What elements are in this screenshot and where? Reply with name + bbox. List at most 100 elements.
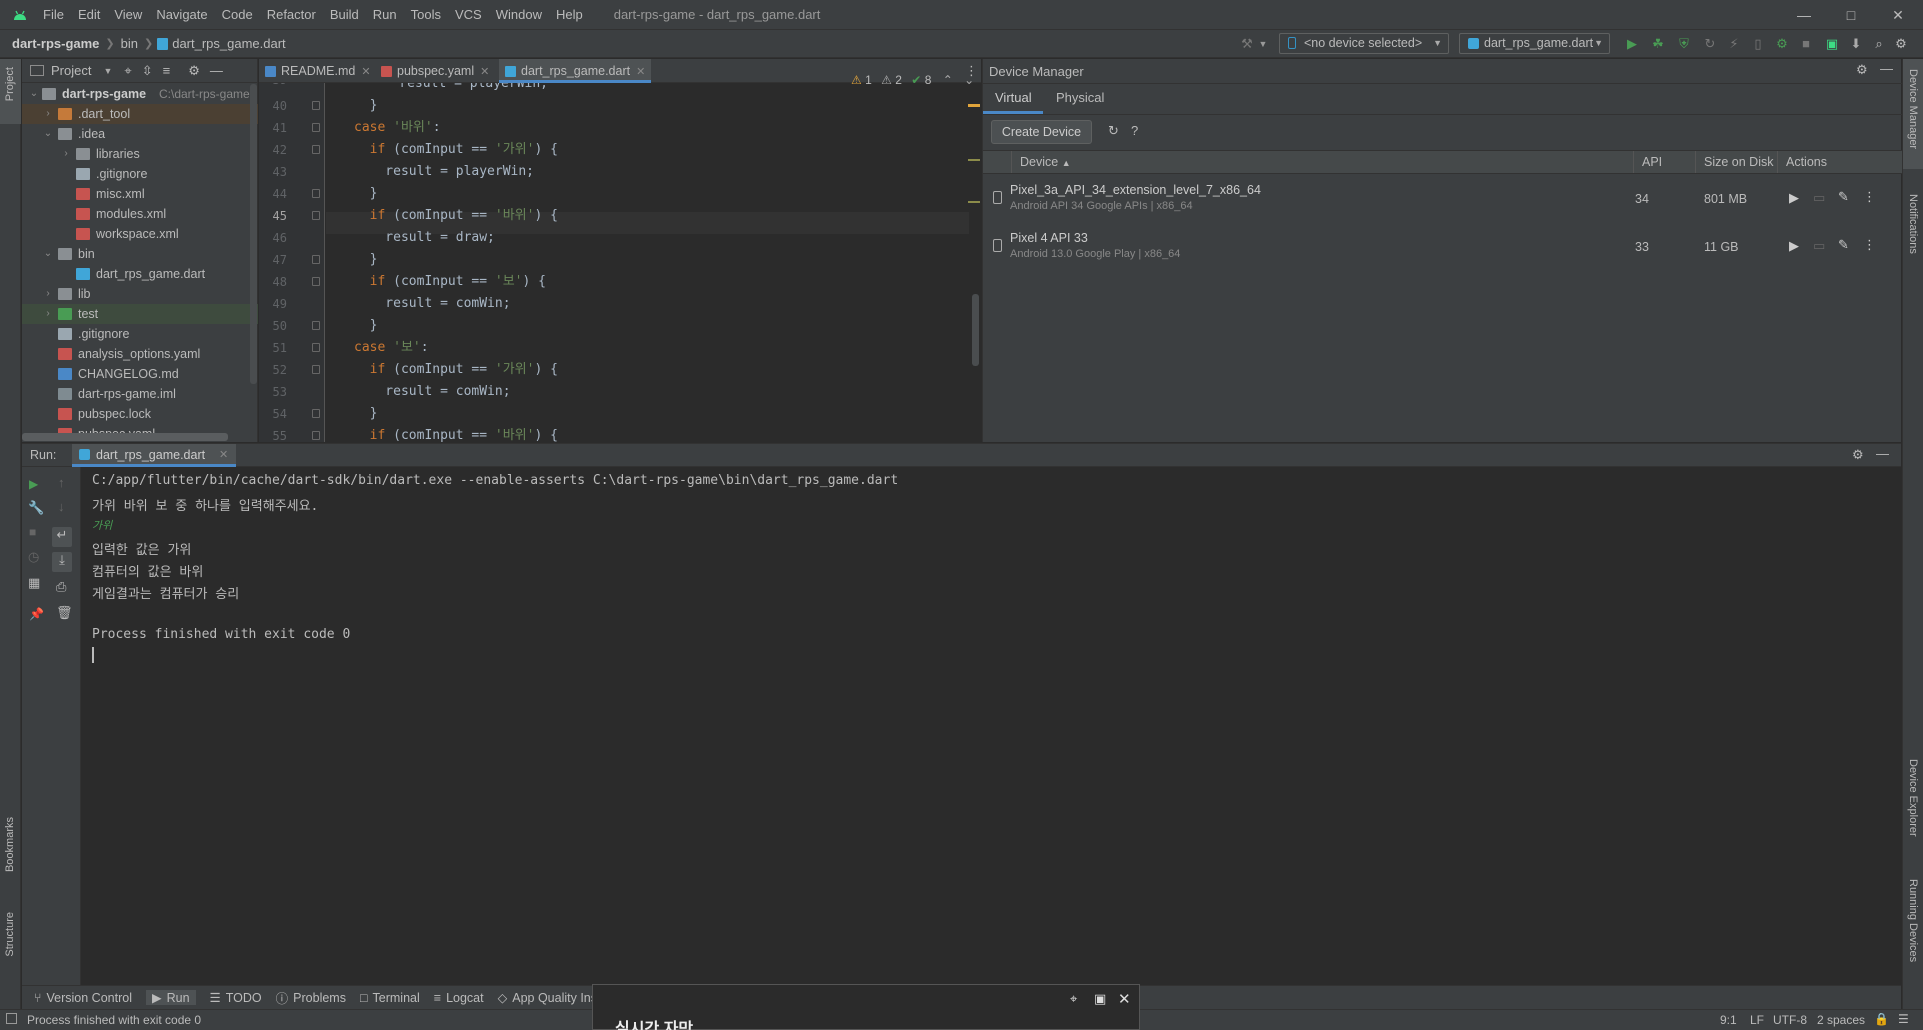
folder-icon[interactable]: ▭ bbox=[1813, 190, 1825, 206]
column-device[interactable]: Device ▲ bbox=[1020, 151, 1071, 173]
apply-changes-icon[interactable]: ⚡ bbox=[1724, 34, 1744, 54]
scroll-to-end-icon[interactable]: ⤓ bbox=[52, 552, 72, 572]
tree-item[interactable]: › lib bbox=[22, 284, 258, 304]
gear-icon[interactable]: ⚙ bbox=[1852, 447, 1864, 463]
tool-window-todo[interactable]: ☰ TODO bbox=[210, 990, 262, 1006]
stop-icon[interactable]: ■ bbox=[1796, 34, 1816, 54]
create-device-button[interactable]: Create Device bbox=[991, 120, 1092, 144]
tree-root[interactable]: ⌄ dart-rps-game C:\dart-rps-game bbox=[22, 84, 258, 104]
tool-window-problems[interactable]: ⓘ Problems bbox=[276, 988, 346, 1007]
tool-window-run[interactable]: ▶ Run bbox=[145, 990, 196, 1005]
previous-highlight-icon[interactable]: ⌃ bbox=[943, 73, 953, 87]
minimize-button[interactable]: — bbox=[1781, 0, 1827, 30]
tree-item[interactable]: pubspec.lock bbox=[22, 404, 258, 424]
tool-window-version-control[interactable]: ⑂ Version Control bbox=[34, 991, 132, 1005]
expand-all-icon[interactable]: ⇳ bbox=[142, 63, 153, 79]
hide-panel-icon[interactable]: — bbox=[1876, 446, 1889, 461]
search-icon[interactable]: ⌕ bbox=[1869, 34, 1889, 54]
chevron-right-icon[interactable]: › bbox=[42, 284, 54, 304]
hide-panel-icon[interactable]: — bbox=[210, 63, 223, 78]
vertical-scrollbar[interactable] bbox=[250, 84, 257, 384]
tab-virtual[interactable]: Virtual bbox=[995, 87, 1032, 109]
tree-item[interactable]: misc.xml bbox=[22, 184, 258, 204]
menu-vcs[interactable]: VCS bbox=[448, 0, 489, 30]
chevron-down-icon[interactable]: ⌄ bbox=[42, 244, 54, 264]
fold-marker-icon[interactable] bbox=[312, 123, 320, 132]
chevron-right-icon[interactable]: › bbox=[42, 104, 54, 124]
tree-item[interactable]: dart_rps_game.dart bbox=[22, 264, 258, 284]
column-size[interactable]: Size on Disk bbox=[1704, 151, 1773, 173]
chevron-down-icon[interactable]: ▼ bbox=[1253, 34, 1273, 54]
close-icon[interactable]: ✕ bbox=[636, 66, 645, 78]
next-highlight-icon[interactable]: ⌄ bbox=[964, 73, 974, 87]
trash-icon[interactable]: 🗑 bbox=[56, 605, 73, 621]
gear-icon[interactable]: ⚙ bbox=[1856, 62, 1868, 78]
device-row[interactable]: Pixel 4 API 33 Android 13.0 Google Play … bbox=[983, 225, 1902, 271]
breadcrumb-folder[interactable]: bin bbox=[115, 36, 144, 51]
fold-marker-icon[interactable] bbox=[312, 343, 320, 352]
chevron-right-icon[interactable]: › bbox=[42, 304, 54, 324]
apply-code-changes-icon[interactable]: ▯ bbox=[1748, 34, 1768, 54]
tool-window-terminal[interactable]: □ Terminal bbox=[360, 991, 420, 1005]
tree-item[interactable]: .gitignore bbox=[22, 164, 258, 184]
collapse-all-icon[interactable]: ≡ bbox=[163, 63, 171, 78]
menu-code[interactable]: Code bbox=[215, 0, 260, 30]
running-devices-tool-button[interactable]: Running Devices bbox=[1907, 879, 1919, 962]
project-tool-button[interactable]: Project bbox=[4, 67, 16, 101]
menu-file[interactable]: File bbox=[36, 0, 71, 30]
tree-item[interactable]: modules.xml bbox=[22, 204, 258, 224]
fold-marker-icon[interactable] bbox=[312, 365, 320, 374]
editor-scrollbar[interactable] bbox=[972, 294, 979, 366]
device-manager-toolbar-icon[interactable]: ▣ bbox=[1822, 34, 1842, 54]
refresh-icon[interactable]: ↻ bbox=[1108, 123, 1119, 139]
device-explorer-tool-button[interactable]: Device Explorer bbox=[1907, 759, 1919, 837]
close-icon[interactable]: ✕ bbox=[219, 448, 228, 461]
caret-position[interactable]: 9:1 bbox=[1720, 1013, 1737, 1027]
help-icon[interactable]: ? bbox=[1131, 123, 1138, 138]
tree-item[interactable]: ⌄ bin bbox=[22, 244, 258, 264]
edit-icon[interactable]: ✎ bbox=[1838, 189, 1849, 205]
close-window-button[interactable]: ✕ bbox=[1875, 0, 1921, 30]
line-separator[interactable]: LF bbox=[1750, 1013, 1764, 1027]
menu-view[interactable]: View bbox=[107, 0, 149, 30]
tree-item[interactable]: workspace.xml bbox=[22, 224, 258, 244]
pin-icon[interactable]: ⌖ bbox=[1070, 991, 1077, 1007]
menu-window[interactable]: Window bbox=[489, 0, 549, 30]
close-icon[interactable]: ✕ bbox=[361, 66, 370, 78]
debug-icon[interactable]: ☘ bbox=[1648, 34, 1668, 54]
tree-item[interactable]: dart-rps-game.iml bbox=[22, 384, 258, 404]
device-selector-dropdown[interactable]: <no device selected> ▼ bbox=[1279, 33, 1449, 54]
chevron-down-icon[interactable]: ⌄ bbox=[28, 84, 40, 104]
menu-help[interactable]: Help bbox=[549, 0, 590, 30]
close-icon[interactable]: ✕ bbox=[1118, 990, 1131, 1008]
more-actions-icon[interactable] bbox=[1908, 34, 1922, 54]
device-row[interactable]: Pixel_3a_API_34_extension_level_7_x86_64… bbox=[983, 177, 1902, 223]
layout-icon[interactable]: ▦ bbox=[28, 575, 40, 591]
indent-setting[interactable]: 2 spaces bbox=[1817, 1013, 1865, 1027]
column-api[interactable]: API bbox=[1642, 151, 1662, 173]
more-icon[interactable]: ⋮ bbox=[1863, 237, 1876, 253]
project-view-selector[interactable]: Project bbox=[51, 63, 91, 78]
menu-build[interactable]: Build bbox=[323, 0, 366, 30]
tool-window-logcat[interactable]: ≡ Logcat bbox=[434, 991, 484, 1005]
hide-panel-icon[interactable]: — bbox=[1880, 61, 1893, 76]
folder-icon[interactable]: ▭ bbox=[1813, 238, 1825, 254]
edit-icon[interactable]: ✎ bbox=[1838, 237, 1849, 253]
error-stripe-mark[interactable] bbox=[968, 104, 980, 107]
fold-marker-icon[interactable] bbox=[312, 409, 320, 418]
chevron-right-icon[interactable]: › bbox=[60, 144, 72, 164]
soft-wrap-icon[interactable]: ↵ bbox=[52, 527, 72, 547]
fold-marker-icon[interactable] bbox=[312, 211, 320, 220]
breadcrumb-file[interactable]: dart_rps_game.dart bbox=[172, 36, 291, 51]
tab-pubspec[interactable]: pubspec.yaml ✕ bbox=[375, 59, 493, 83]
horizontal-scrollbar[interactable] bbox=[22, 433, 228, 441]
more-icon[interactable]: ⋮ bbox=[1863, 189, 1876, 205]
close-icon[interactable]: ✕ bbox=[480, 66, 489, 78]
fold-marker-icon[interactable] bbox=[312, 145, 320, 154]
status-message[interactable]: Process finished with exit code 0 bbox=[27, 1013, 201, 1027]
code-area[interactable]: result = playerWin; 40 } 41 case '바위': 42 i… bbox=[259, 83, 981, 442]
history-icon[interactable]: ◷ bbox=[28, 549, 39, 565]
run-tab[interactable]: dart_rps_game.dart ✕ bbox=[72, 444, 236, 467]
structure-tool-button[interactable]: Structure bbox=[4, 912, 16, 957]
tab-physical[interactable]: Physical bbox=[1056, 87, 1104, 109]
